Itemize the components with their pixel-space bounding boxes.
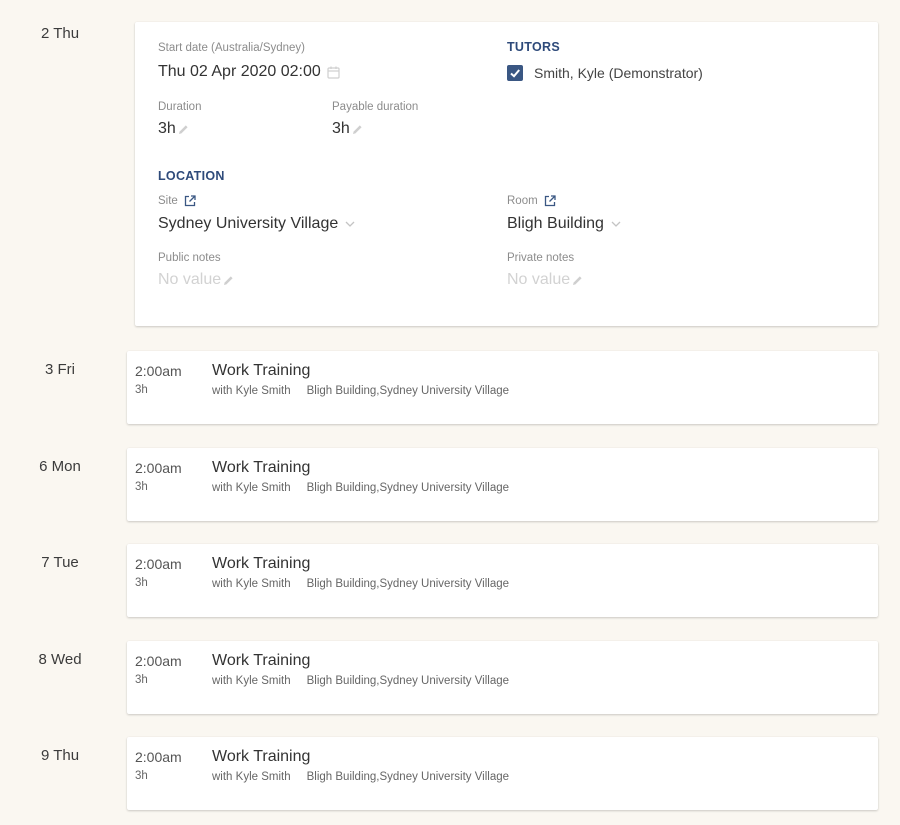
pencil-icon[interactable] xyxy=(352,124,363,135)
session-duration: 3h xyxy=(135,481,148,493)
session-meta: with Kyle Smith Bligh Building,Sydney Un… xyxy=(212,482,509,494)
public-notes-value: No value xyxy=(158,271,222,288)
location-heading: LOCATION xyxy=(158,169,225,183)
session-time: 2:00am xyxy=(135,363,182,379)
session-location: Bligh Building,Sydney University Village xyxy=(306,578,510,590)
session-title: Work Training xyxy=(212,555,311,572)
site-select[interactable]: Sydney University Village xyxy=(158,215,356,233)
session-tutor: with Kyle Smith xyxy=(212,482,291,494)
session-time: 2:00am xyxy=(135,556,182,572)
payable-duration-value: 3h xyxy=(332,120,350,137)
calendar-icon[interactable] xyxy=(327,66,340,79)
session-detail-card: Start date (Australia/Sydney) Thu 02 Apr… xyxy=(135,22,878,326)
public-notes-label: Public notes xyxy=(158,252,221,264)
session-title: Work Training xyxy=(212,362,311,379)
external-link-icon[interactable] xyxy=(184,195,196,207)
session-card[interactable]: 2:00am 3h Work Training with Kyle Smith … xyxy=(127,544,878,617)
chevron-down-icon xyxy=(345,221,355,227)
chevron-down-icon xyxy=(611,221,621,227)
session-title: Work Training xyxy=(212,459,311,476)
session-time: 2:00am xyxy=(135,749,182,765)
session-title: Work Training xyxy=(212,652,311,669)
session-tutor: with Kyle Smith xyxy=(212,578,291,590)
room-label-row: Room xyxy=(507,195,556,207)
site-label-row: Site xyxy=(158,195,196,207)
pencil-icon[interactable] xyxy=(223,275,234,286)
private-notes-value: No value xyxy=(507,271,571,288)
start-date-label: Start date (Australia/Sydney) xyxy=(158,42,306,54)
tutor-checkbox[interactable] xyxy=(507,65,523,81)
session-location: Bligh Building,Sydney University Village xyxy=(306,482,510,494)
session-meta: with Kyle Smith Bligh Building,Sydney Un… xyxy=(212,771,509,783)
tutor-row[interactable]: Smith, Kyle (Demonstrator) xyxy=(507,65,703,81)
session-card[interactable]: 2:00am 3h Work Training with Kyle Smith … xyxy=(127,641,878,714)
public-notes-field[interactable]: No value xyxy=(158,271,234,289)
session-location: Bligh Building,Sydney University Village xyxy=(306,675,510,687)
session-time: 2:00am xyxy=(135,653,182,669)
room-select[interactable]: Bligh Building xyxy=(507,215,622,233)
payable-duration-field[interactable]: 3h xyxy=(332,120,363,138)
session-meta: with Kyle Smith Bligh Building,Sydney Un… xyxy=(212,578,509,590)
session-location: Bligh Building,Sydney University Village xyxy=(306,385,510,397)
duration-field[interactable]: 3h xyxy=(158,120,189,138)
payable-duration-label: Payable duration xyxy=(332,101,419,113)
session-card[interactable]: 2:00am 3h Work Training with Kyle Smith … xyxy=(127,448,878,521)
day-label: 7 Tue xyxy=(41,554,79,571)
tutors-heading: TUTORS xyxy=(507,40,560,54)
tutor-name: Smith, Kyle (Demonstrator) xyxy=(534,65,703,81)
room-value: Bligh Building xyxy=(507,215,604,232)
duration-value: 3h xyxy=(158,120,176,137)
session-tutor: with Kyle Smith xyxy=(212,385,291,397)
room-label: Room xyxy=(507,195,538,207)
session-card[interactable]: 2:00am 3h Work Training with Kyle Smith … xyxy=(127,351,878,424)
session-location: Bligh Building,Sydney University Village xyxy=(306,771,510,783)
check-icon xyxy=(510,69,520,78)
external-link-icon[interactable] xyxy=(544,195,556,207)
day-label: 8 Wed xyxy=(38,651,82,668)
pencil-icon[interactable] xyxy=(572,275,583,286)
start-date-field[interactable]: Thu 02 Apr 2020 02:00 xyxy=(158,63,340,81)
duration-label: Duration xyxy=(158,101,202,113)
private-notes-field[interactable]: No value xyxy=(507,271,583,289)
pencil-icon[interactable] xyxy=(178,124,189,135)
session-duration: 3h xyxy=(135,674,148,686)
session-duration: 3h xyxy=(135,770,148,782)
start-date-value: Thu 02 Apr 2020 02:00 xyxy=(158,63,321,80)
session-title: Work Training xyxy=(212,748,311,765)
session-duration: 3h xyxy=(135,577,148,589)
day-label: 6 Mon xyxy=(39,458,81,475)
session-duration: 3h xyxy=(135,384,148,396)
day-label: 9 Thu xyxy=(40,747,80,764)
session-meta: with Kyle Smith Bligh Building,Sydney Un… xyxy=(212,385,509,397)
private-notes-label: Private notes xyxy=(507,252,575,264)
session-meta: with Kyle Smith Bligh Building,Sydney Un… xyxy=(212,675,509,687)
session-tutor: with Kyle Smith xyxy=(212,771,291,783)
day-label: 2 Thu xyxy=(40,25,80,42)
session-card[interactable]: 2:00am 3h Work Training with Kyle Smith … xyxy=(127,737,878,810)
site-label: Site xyxy=(158,195,178,207)
day-label: 3 Fri xyxy=(45,361,75,378)
session-time: 2:00am xyxy=(135,460,182,476)
site-value: Sydney University Village xyxy=(158,215,339,232)
session-tutor: with Kyle Smith xyxy=(212,675,291,687)
